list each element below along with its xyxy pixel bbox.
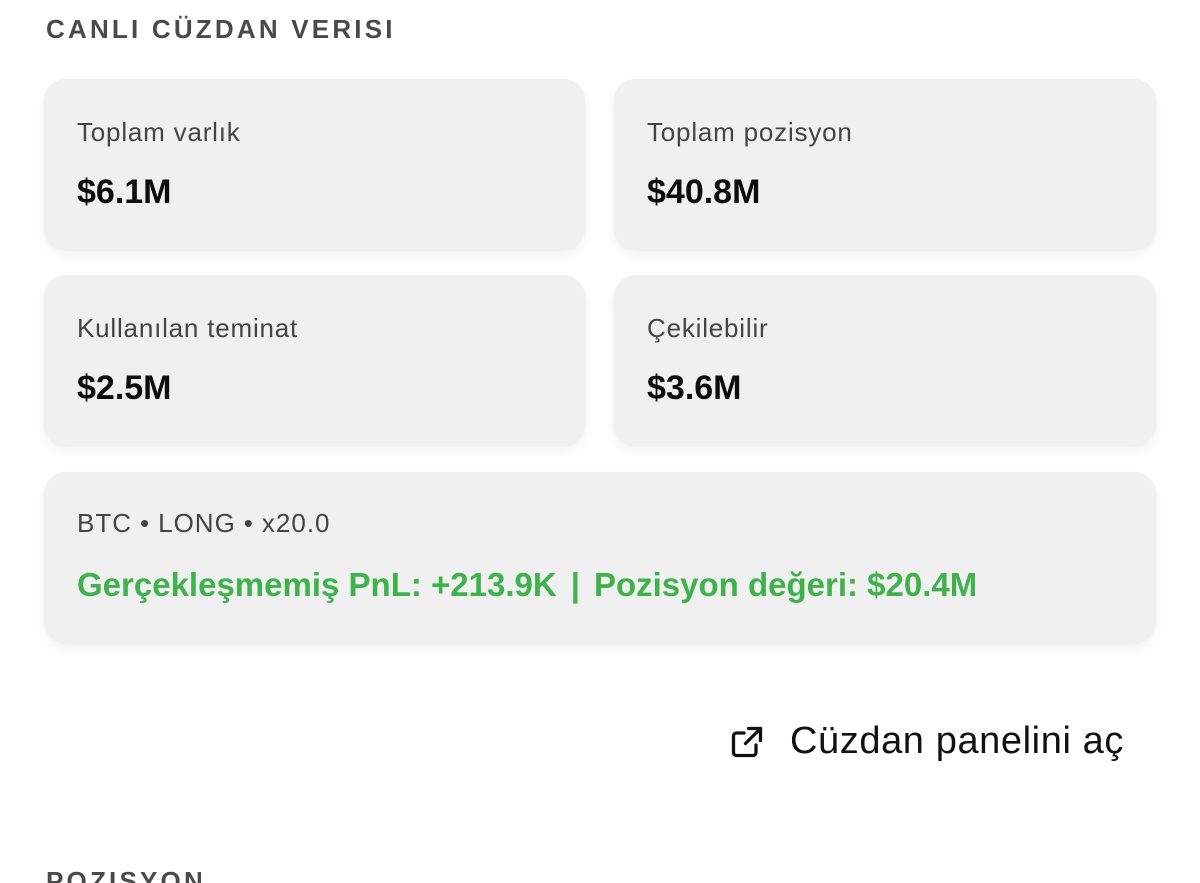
wallet-data-page: CANLI CÜZDAN VERISI Toplam varlık $6.1M … (0, 0, 1200, 883)
position-leverage: x20.0 (261, 508, 331, 538)
stat-value: $2.5M (77, 369, 172, 407)
stat-label: Çekilebilir (647, 313, 769, 343)
stat-label: Toplam pozisyon (647, 117, 853, 147)
stat-card-used-margin: Kullanılan teminat $2.5M (44, 275, 585, 445)
stat-value: $6.1M (77, 173, 172, 211)
position-asset: BTC (77, 508, 132, 538)
section-title: CANLI CÜZDAN VERISI (46, 14, 396, 44)
external-link-icon (728, 723, 766, 761)
separator-dot: • (140, 508, 151, 538)
position-summary: BTC • LONG • x20.0 (77, 508, 331, 539)
open-wallet-panel-link[interactable]: Cüzdan panelini aç (728, 720, 1124, 763)
pnl-divider: | (570, 566, 580, 603)
stat-card-total-position: Toplam pozisyon $40.8M (614, 79, 1156, 249)
open-wallet-panel-label: Cüzdan panelini aç (789, 720, 1124, 762)
stat-label: Kullanılan teminat (77, 313, 299, 343)
stat-value: $40.8M (647, 173, 761, 211)
separator-dot: • (243, 508, 254, 538)
stat-card-withdrawable: Çekilebilir $3.6M (614, 275, 1156, 445)
stat-card-total-assets: Toplam varlık $6.1M (44, 79, 585, 249)
position-side: LONG (158, 508, 236, 538)
unrealized-pnl: Gerçekleşmemiş PnL: +213.9K (77, 566, 557, 603)
next-section-title: POZISYON (46, 866, 206, 883)
pnl-line: Gerçekleşmemiş PnL: +213.9K | Pozisyon değ… (77, 566, 977, 604)
stat-value: $3.6M (647, 369, 742, 407)
position-value: Pozisyon değeri: $20.4M (593, 566, 978, 603)
position-card: BTC • LONG • x20.0 Gerçekleşmemiş PnL: +213.… (44, 472, 1156, 642)
stat-label: Toplam varlık (77, 117, 241, 147)
